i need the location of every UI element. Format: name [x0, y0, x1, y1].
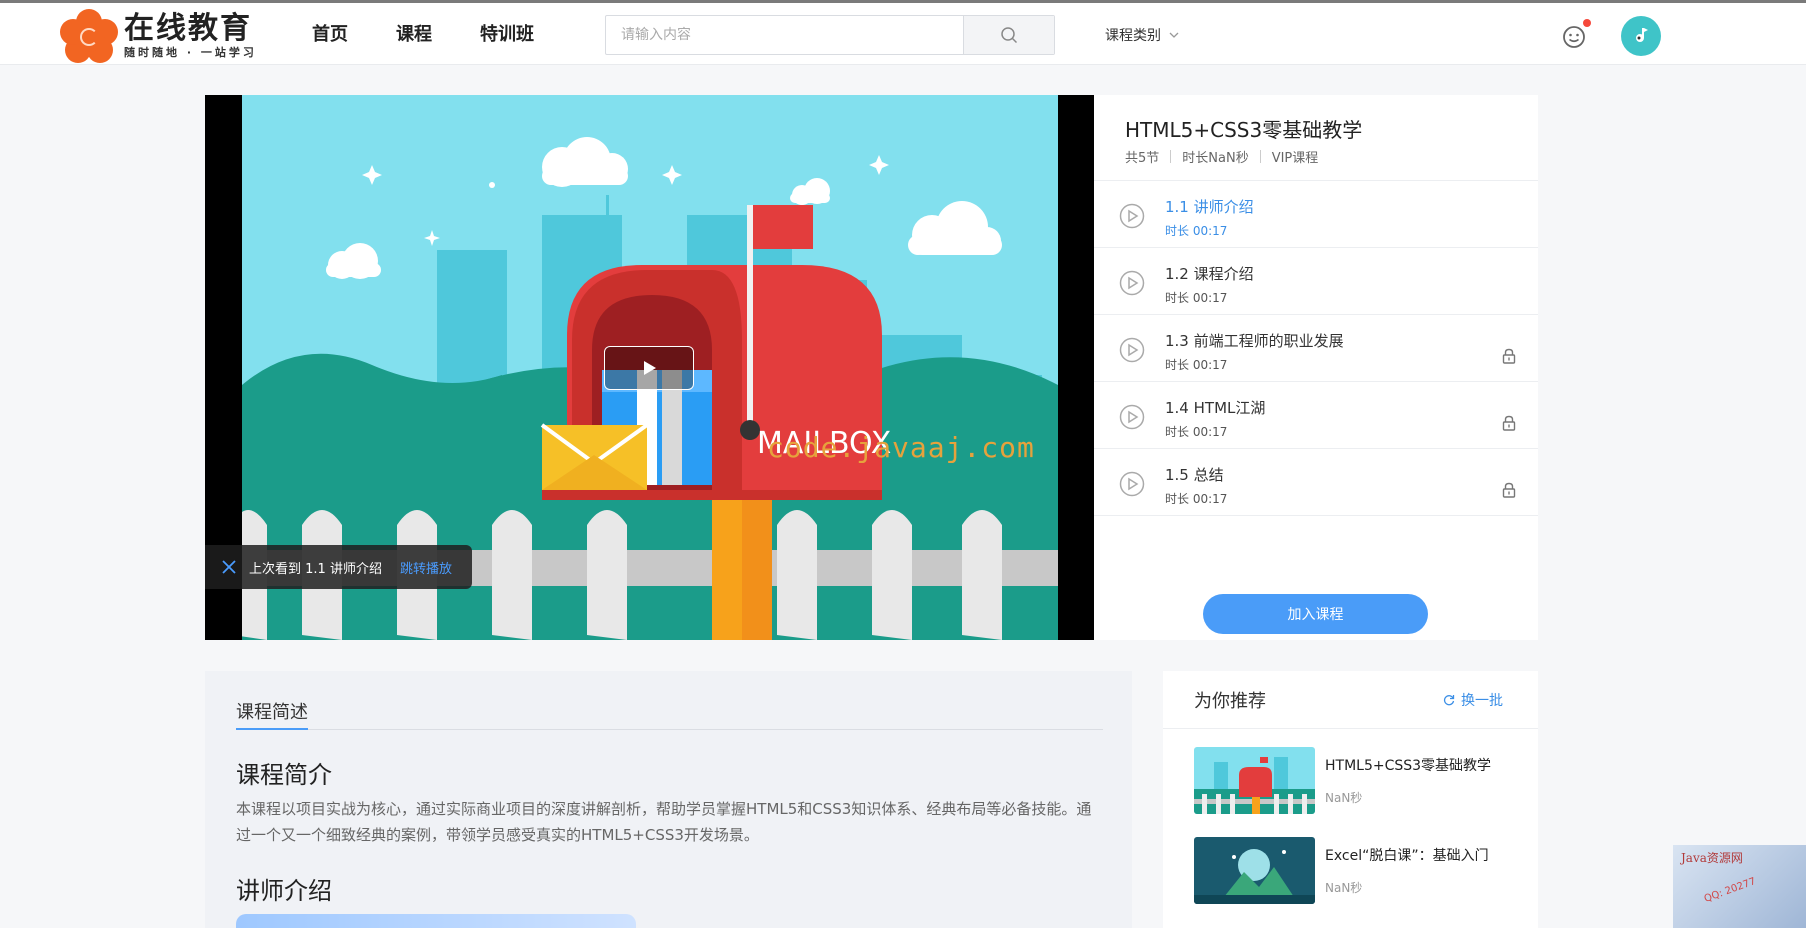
resume-play-link[interactable]: 跳转播放: [400, 558, 452, 577]
lesson-count: 共5节: [1125, 151, 1160, 166]
join-course-button[interactable]: 加入课程: [1203, 594, 1428, 634]
avatar[interactable]: [1621, 16, 1661, 56]
chapter-panel: HTML5+CSS3零基础教学 共5节 时长NaN秒 VIP课程 1.1 讲师介…: [1094, 95, 1538, 640]
nav-home[interactable]: 首页: [312, 21, 348, 49]
watermark-text: code.javaaj.com: [767, 431, 1035, 464]
course-title: HTML5+CSS3零基础教学: [1125, 118, 1363, 142]
recommend-item[interactable]: Excel“脱白课”：基础入门 NaN秒: [1194, 837, 1524, 907]
chapter-item[interactable]: 1.3 前端工程师的职业发展 时长 00:17: [1094, 315, 1538, 382]
chapter-name: 1.5 总结: [1165, 466, 1224, 484]
course-duration: 时长NaN秒: [1182, 151, 1249, 166]
chapter-name: 1.3 前端工程师的职业发展: [1165, 332, 1344, 350]
category-dropdown[interactable]: 课程类别: [1105, 25, 1179, 45]
tab-description[interactable]: 课程简述: [236, 698, 308, 724]
course-description: 课程简述 课程简介 本课程以项目实战为核心，通过实际商业项目的深度讲解剖析，帮助…: [205, 671, 1132, 928]
chapter-duration: 时长 00:17: [1165, 224, 1228, 238]
chapter-item[interactable]: 1.4 HTML江湖 时长 00:17: [1094, 382, 1538, 449]
chapter-name: 1.1 讲师介绍: [1165, 198, 1254, 216]
play-circle-icon: [1119, 337, 1145, 363]
logo-subtitle: 随时随地 · 一站学习: [124, 46, 257, 59]
close-icon[interactable]: [221, 559, 237, 575]
teacher-card: [236, 914, 636, 928]
recommend-title: 为你推荐: [1194, 691, 1266, 712]
chapter-duration: 时长 00:17: [1165, 425, 1228, 439]
lock-icon: [1502, 348, 1516, 364]
resume-text: 上次看到 1.1 讲师介绍: [249, 561, 382, 577]
refresh-label: 换一批: [1461, 693, 1503, 709]
teacher-heading: 讲师介绍: [236, 877, 332, 905]
recommend-course-name: HTML5+CSS3零基础教学: [1325, 758, 1492, 774]
search-button[interactable]: [963, 16, 1054, 54]
chapter-duration: 时长 00:17: [1165, 291, 1228, 305]
nav-training[interactable]: 特训班: [480, 21, 534, 49]
search-icon: [1001, 27, 1018, 44]
header: 在线教育 随时随地 · 一站学习 首页 课程 特训班 课程类别: [0, 3, 1806, 65]
chevron-down-icon: [1169, 32, 1179, 38]
course-meta: 共5节 时长NaN秒 VIP课程: [1125, 147, 1318, 166]
avatar-icon: [1636, 28, 1648, 42]
intro-text: 本课程以项目实战为核心，通过实际商业项目的深度讲解剖析，帮助学员掌握HTML5和…: [236, 800, 1092, 844]
course-thumbnail: [1194, 837, 1315, 904]
main-nav: 首页 课程 特训班: [312, 21, 582, 49]
play-circle-icon: [1119, 203, 1145, 229]
refresh-button[interactable]: 换一批: [1443, 690, 1503, 710]
corner-qq-text: QQ: 20277: [1702, 876, 1758, 905]
video-player[interactable]: MAILBOX code.javaaj.com 上次看到 1.1 讲师介绍 跳转…: [205, 95, 1094, 640]
chapter-item[interactable]: 1.5 总结 时长 00:17: [1094, 449, 1538, 516]
resume-toast: 上次看到 1.1 讲师介绍 跳转播放: [205, 545, 472, 589]
corner-watermark-text: Java资源网: [1681, 851, 1743, 865]
corner-watermark: Java资源网 QQ: 20277: [1673, 845, 1806, 928]
chapter-item[interactable]: 1.2 课程介绍 时长 00:17: [1094, 248, 1538, 315]
chapter-duration: 时长 00:17: [1165, 358, 1228, 372]
lock-icon: [1502, 482, 1516, 498]
recommend-course-duration: NaN秒: [1325, 881, 1363, 895]
recommend-course-duration: NaN秒: [1325, 791, 1363, 805]
logo[interactable]: 在线教育 随时随地 · 一站学习: [60, 9, 257, 63]
message-icon[interactable]: [1561, 24, 1587, 50]
notification-dot: [1583, 19, 1591, 27]
vip-label: VIP课程: [1271, 151, 1319, 166]
search-input[interactable]: [606, 16, 964, 54]
recommend-panel: 为你推荐 换一批 HTML5+CSS3零基础教学 NaN秒 Excel“脱白课”…: [1163, 671, 1538, 928]
play-circle-icon: [1119, 270, 1145, 296]
play-circle-icon: [1119, 404, 1145, 430]
category-label: 课程类别: [1105, 28, 1161, 44]
play-icon: [644, 361, 656, 375]
recommend-item[interactable]: HTML5+CSS3零基础教学 NaN秒: [1194, 747, 1524, 817]
active-tab-indicator: [236, 728, 308, 730]
chapter-item[interactable]: 1.1 讲师介绍 时长 00:17: [1094, 181, 1538, 248]
play-circle-icon: [1119, 471, 1145, 497]
chapter-name: 1.2 课程介绍: [1165, 265, 1254, 283]
logo-flower-icon: [60, 9, 118, 63]
search-box: [605, 15, 1055, 55]
lock-icon: [1502, 415, 1516, 431]
refresh-icon: [1443, 695, 1455, 706]
chapter-duration: 时长 00:17: [1165, 492, 1228, 506]
intro-heading: 课程简介: [236, 761, 332, 789]
chapter-name: 1.4 HTML江湖: [1165, 399, 1266, 417]
nav-courses[interactable]: 课程: [396, 21, 432, 49]
recommend-course-name: Excel“脱白课”：基础入门: [1325, 848, 1489, 864]
play-button[interactable]: [604, 346, 694, 390]
chapter-list: 1.1 讲师介绍 时长 00:17 1.2 课程介绍 时长 00:17 1.3 …: [1094, 180, 1538, 516]
course-thumbnail: [1194, 747, 1315, 814]
logo-title: 在线教育: [124, 11, 252, 46]
